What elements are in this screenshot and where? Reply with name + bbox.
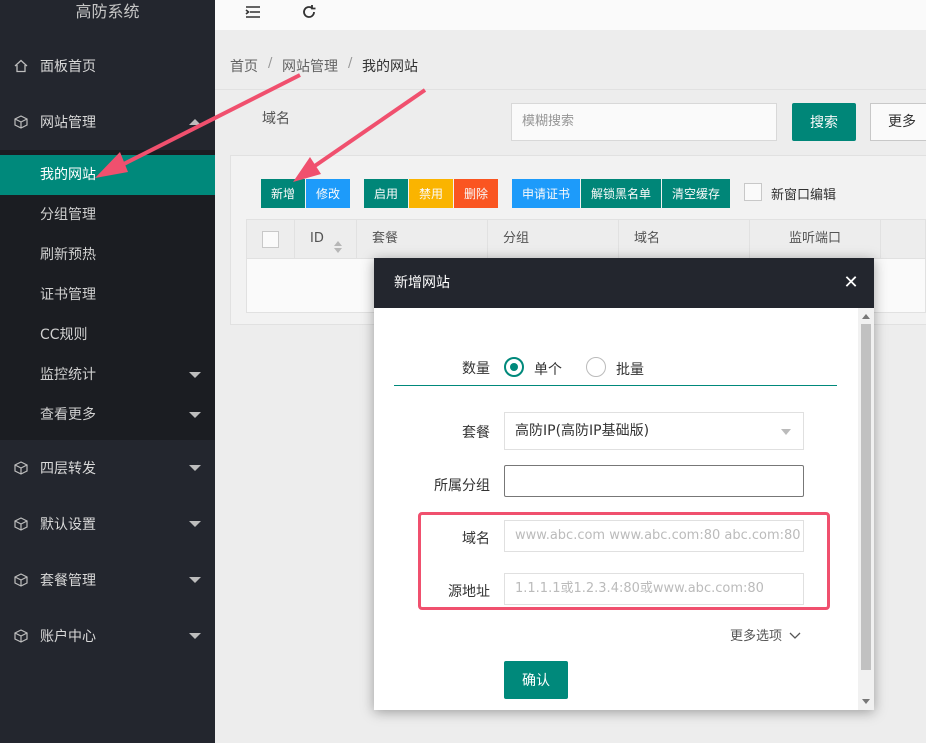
home-icon — [14, 59, 28, 73]
sidebar-item-label: 套餐管理 — [40, 573, 96, 589]
group-input[interactable] — [504, 465, 804, 497]
caret-down-icon — [189, 633, 201, 639]
cube-icon — [14, 115, 28, 129]
sidebar: 高防系统 面板首页 网站管理 我的网站 分组管理 刷新预热 证书管理 CC规则 … — [0, 0, 215, 743]
radio-batch-label: 批量 — [616, 362, 644, 378]
sidebar-item-dashboard[interactable]: 面板首页 — [0, 38, 215, 94]
caret-down-icon — [189, 412, 201, 418]
sidebar-item-label: 网站管理 — [40, 115, 96, 131]
submenu-item-certificates[interactable]: 证书管理 — [0, 275, 215, 315]
more-options-label: 更多选项 — [730, 629, 783, 644]
plan-select[interactable]: 高防IP(高防IP基础版) — [504, 412, 804, 450]
submenu-item-monitoring[interactable]: 监控统计 — [0, 355, 215, 395]
radio-single-label: 单个 — [534, 362, 562, 378]
group-label: 所属分组 — [434, 478, 490, 494]
caret-up-icon — [189, 119, 201, 125]
quantity-label: 数量 — [462, 361, 490, 377]
caret-down-icon — [189, 577, 201, 583]
sidebar-item-plan-management[interactable]: 套餐管理 — [0, 552, 215, 608]
cube-icon — [14, 629, 28, 643]
plan-select-value: 高防IP(高防IP基础版) — [515, 423, 650, 439]
app-logo: 高防系统 — [75, 2, 140, 21]
sidebar-item-l4-forwarding[interactable]: 四层转发 — [0, 440, 215, 496]
scroll-thumb[interactable] — [861, 324, 871, 670]
submenu-item-label: 监控统计 — [40, 367, 96, 383]
chevron-down-icon — [781, 429, 791, 435]
sidebar-item-account-center[interactable]: 账户中心 — [0, 608, 215, 664]
submenu-item-cc-rules[interactable]: CC规则 — [0, 315, 215, 355]
sidebar-item-label: 四层转发 — [40, 461, 96, 477]
modal-scrollbar[interactable] — [858, 308, 874, 710]
cube-icon — [14, 573, 28, 587]
caret-down-icon — [189, 465, 201, 471]
section-divider — [394, 385, 837, 386]
sidebar-item-label: 账户中心 — [40, 629, 96, 645]
radio-single[interactable] — [504, 357, 524, 377]
plan-label: 套餐 — [462, 425, 490, 441]
submenu-item-label: 查看更多 — [40, 407, 96, 423]
annotation-highlight-box — [418, 512, 830, 610]
sidebar-item-default-settings[interactable]: 默认设置 — [0, 496, 215, 552]
close-icon[interactable]: ✕ — [842, 274, 860, 292]
caret-down-icon — [189, 521, 201, 527]
confirm-button[interactable]: 确认 — [504, 661, 568, 699]
cube-icon — [14, 517, 28, 531]
sidebar-item-label: 面板首页 — [40, 59, 96, 75]
chevron-down-icon — [789, 632, 801, 639]
more-options-toggle[interactable]: 更多选项 — [730, 625, 801, 644]
sidebar-item-label: 默认设置 — [40, 517, 96, 533]
submenu-item-groups[interactable]: 分组管理 — [0, 195, 215, 235]
modal-title: 新增网站 — [374, 258, 874, 308]
scroll-up-icon[interactable] — [862, 314, 870, 319]
website-submenu: 我的网站 分组管理 刷新预热 证书管理 CC规则 监控统计 查看更多 — [0, 150, 215, 440]
cube-icon — [14, 461, 28, 475]
submenu-item-view-more[interactable]: 查看更多 — [0, 395, 215, 435]
submenu-item-refresh-preheat[interactable]: 刷新预热 — [0, 235, 215, 275]
radio-batch[interactable] — [586, 357, 606, 377]
caret-down-icon — [189, 372, 201, 378]
sidebar-item-website-management[interactable]: 网站管理 — [0, 94, 215, 150]
submenu-item-my-sites[interactable]: 我的网站 — [0, 155, 215, 195]
add-website-modal: 新增网站 ✕ 数量 单个 批量 套餐 高防IP(高防IP基础版) 所属分组 域名… — [374, 258, 874, 710]
scroll-down-icon[interactable] — [862, 699, 870, 704]
